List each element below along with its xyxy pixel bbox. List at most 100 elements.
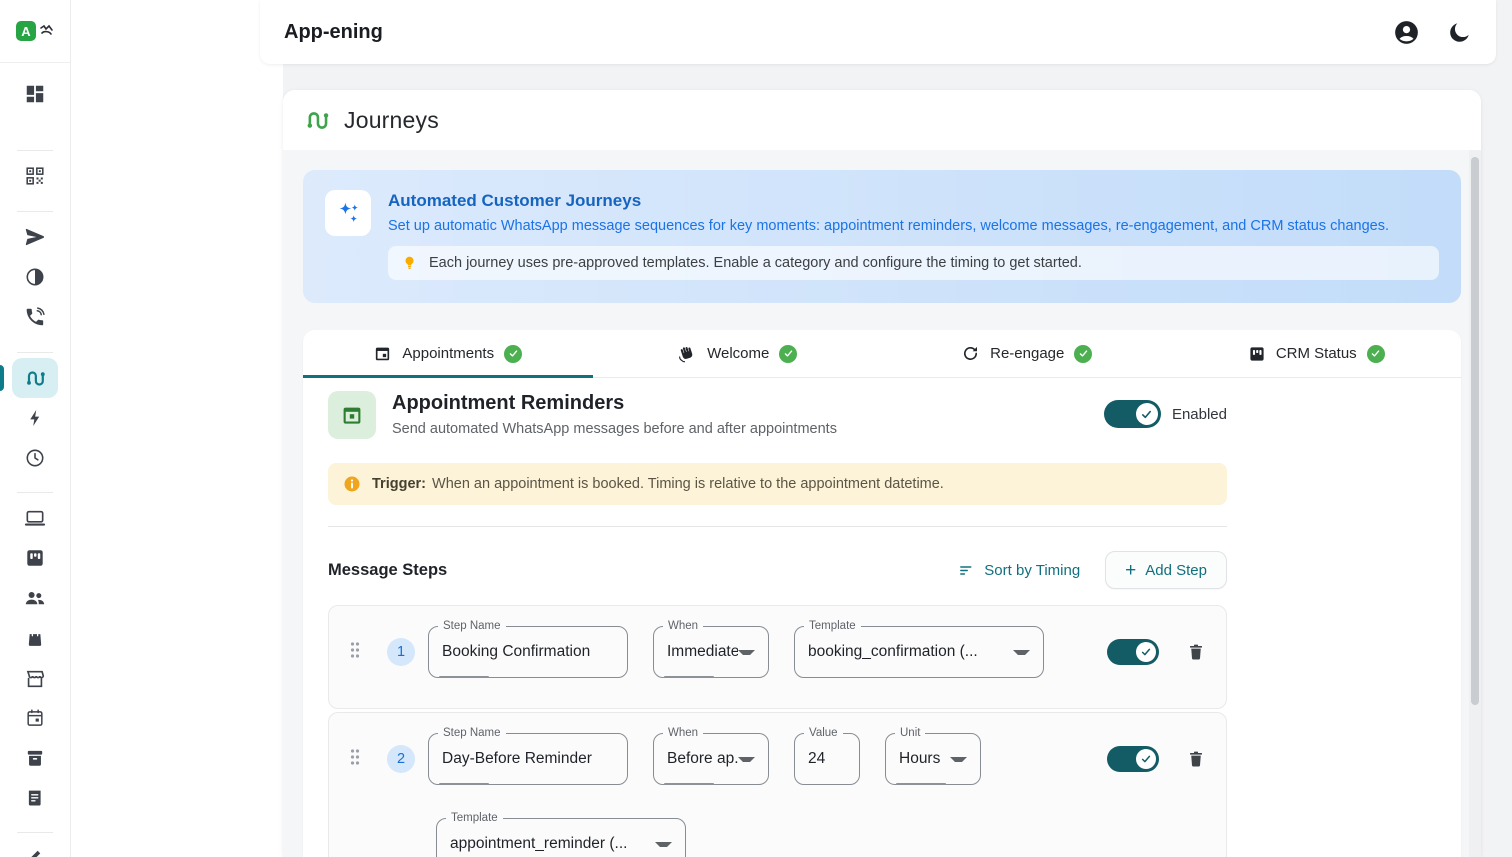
- sidebar-item-automations[interactable]: [25, 408, 46, 429]
- check-badge-icon: [504, 345, 522, 363]
- step-name-value: Booking Confirmation: [442, 643, 590, 661]
- delete-step-icon[interactable]: [1186, 642, 1206, 662]
- sidebar-item-contrast[interactable]: [24, 266, 46, 288]
- chevron-down-icon: [738, 757, 755, 762]
- section-title: Appointment Reminders: [392, 392, 837, 415]
- unit-select[interactable]: Unit Hours: [885, 733, 981, 785]
- sidebar-item-store[interactable]: [24, 668, 47, 691]
- journeys-header: Journeys: [283, 90, 1481, 150]
- when-value: Immediately: [667, 643, 738, 661]
- sidebar-item-contacts[interactable]: [23, 586, 47, 610]
- account-circle-icon[interactable]: [1392, 18, 1421, 47]
- drag-handle-icon[interactable]: [349, 641, 361, 664]
- check-badge-icon: [779, 345, 797, 363]
- sidebar-item-archive[interactable]: [25, 748, 46, 769]
- banner-title: Automated Customer Journeys: [388, 191, 1439, 211]
- delete-step-icon[interactable]: [1186, 749, 1206, 769]
- tab-label: CRM Status: [1276, 345, 1357, 362]
- template-value: booking_confirmation (...: [808, 643, 978, 661]
- steps-heading: Message Steps: [328, 561, 447, 580]
- check-badge-icon: [1367, 345, 1385, 363]
- when-select[interactable]: When Before ap...: [653, 733, 769, 785]
- enabled-toggle[interactable]: [1104, 400, 1161, 428]
- add-step-button[interactable]: + Add Step: [1105, 551, 1227, 589]
- steps-header: Message Steps Sort by Timing + Add Step: [328, 551, 1227, 589]
- sparkles-icon: [335, 200, 361, 226]
- toggle-knob: [1136, 403, 1158, 425]
- journeys-route-icon: [304, 107, 331, 134]
- sidebar-item-orders[interactable]: [25, 628, 46, 649]
- rail-divider: [17, 211, 53, 212]
- tab-welcome[interactable]: Welcome: [593, 330, 883, 377]
- dark-mode-moon-icon[interactable]: [1447, 20, 1472, 45]
- field-label: Step Name: [438, 620, 506, 632]
- kanban-icon: [25, 548, 46, 569]
- sidebar-item-edit[interactable]: [25, 846, 46, 857]
- sidebar-item-journeys[interactable]: [12, 358, 58, 398]
- sort-by-timing-button[interactable]: Sort by Timing: [958, 562, 1080, 579]
- template-select[interactable]: Template appointment_reminder (...: [436, 818, 686, 857]
- active-item-indicator: [0, 365, 4, 391]
- when-select[interactable]: When Immediately: [653, 626, 769, 678]
- value-input[interactable]: Value 24: [794, 733, 860, 785]
- sidebar-item-calls[interactable]: [24, 306, 46, 328]
- bolt-icon: [25, 408, 46, 429]
- field-label: When: [663, 727, 703, 739]
- app-logo[interactable]: A: [0, 0, 70, 63]
- sidebar-item-receipts[interactable]: [25, 788, 46, 809]
- journeys-body: Automated Customer Journeys Set up autom…: [283, 150, 1481, 857]
- sidebar-item-qr[interactable]: [24, 165, 46, 187]
- chevron-down-icon: [950, 757, 967, 762]
- calendar-icon: [373, 344, 392, 363]
- app-bar: App-ening: [260, 0, 1496, 64]
- storefront-icon: [24, 668, 47, 691]
- receipt-icon: [25, 788, 46, 809]
- drag-handle-icon[interactable]: [349, 748, 361, 771]
- step-enabled-toggle[interactable]: [1107, 746, 1159, 772]
- tab-label: Appointments: [402, 345, 494, 362]
- toggle-label: Enabled: [1172, 406, 1227, 423]
- tab-re-engage[interactable]: Re-engage: [882, 330, 1172, 377]
- clock-icon: [24, 447, 46, 469]
- sidebar-item-board[interactable]: [25, 548, 46, 569]
- trigger-text: Trigger: When an appointment is booked. …: [372, 476, 944, 492]
- tab-crm-status[interactable]: CRM Status: [1172, 330, 1462, 377]
- sidebar-item-calendar[interactable]: [25, 708, 46, 729]
- tab-bar: Appointments Welcome Re-engage CRM Statu…: [303, 330, 1461, 378]
- kanban-icon: [1248, 345, 1266, 363]
- when-value: Before ap...: [667, 750, 738, 768]
- sort-icon: [958, 562, 975, 579]
- phone-call-icon: [24, 306, 46, 328]
- field-label: Value: [804, 727, 843, 739]
- tab-label: Re-engage: [990, 345, 1064, 362]
- section-header: Appointment Reminders Send automated Wha…: [328, 391, 1227, 439]
- toggle-knob: [1136, 749, 1156, 769]
- sidebar-item-history[interactable]: [24, 447, 46, 469]
- chevron-down-icon: [655, 842, 672, 847]
- field-label: Step Name: [438, 727, 506, 739]
- tab-appointments[interactable]: Appointments: [303, 330, 593, 377]
- step-name-input[interactable]: Step Name Booking Confirmation: [428, 626, 628, 678]
- shopping-bag-icon: [25, 628, 46, 649]
- template-value: appointment_reminder (...: [450, 835, 627, 853]
- scrollbar-thumb[interactable]: [1471, 157, 1479, 705]
- dashboard-icon: [24, 83, 46, 105]
- calendar-icon: [340, 403, 364, 427]
- sidebar-item-send[interactable]: [24, 226, 47, 249]
- add-button-label: Add Step: [1145, 562, 1207, 579]
- banner-tip-text: Each journey uses pre-approved templates…: [429, 255, 1082, 271]
- sidebar-item-dashboard[interactable]: [24, 83, 46, 105]
- step-enabled-toggle[interactable]: [1107, 639, 1159, 665]
- field-label: Template: [804, 620, 861, 632]
- step-name-input[interactable]: Step Name Day-Before Reminder: [428, 733, 628, 785]
- step-number: 1: [387, 638, 415, 666]
- banner-tip: Each journey uses pre-approved templates…: [388, 246, 1439, 280]
- banner-subtitle: Set up automatic WhatsApp message sequen…: [388, 218, 1439, 234]
- sparkles-icon-box: [325, 190, 371, 236]
- sort-button-label: Sort by Timing: [984, 562, 1080, 579]
- logo-letter: A: [16, 21, 36, 41]
- sidebar-item-devices[interactable]: [24, 507, 47, 530]
- template-select[interactable]: Template booking_confirmation (...: [794, 626, 1044, 678]
- step-row-1: 1 Step Name Booking Confirmation When Im…: [328, 605, 1227, 709]
- logo-mark-icon: [39, 24, 54, 38]
